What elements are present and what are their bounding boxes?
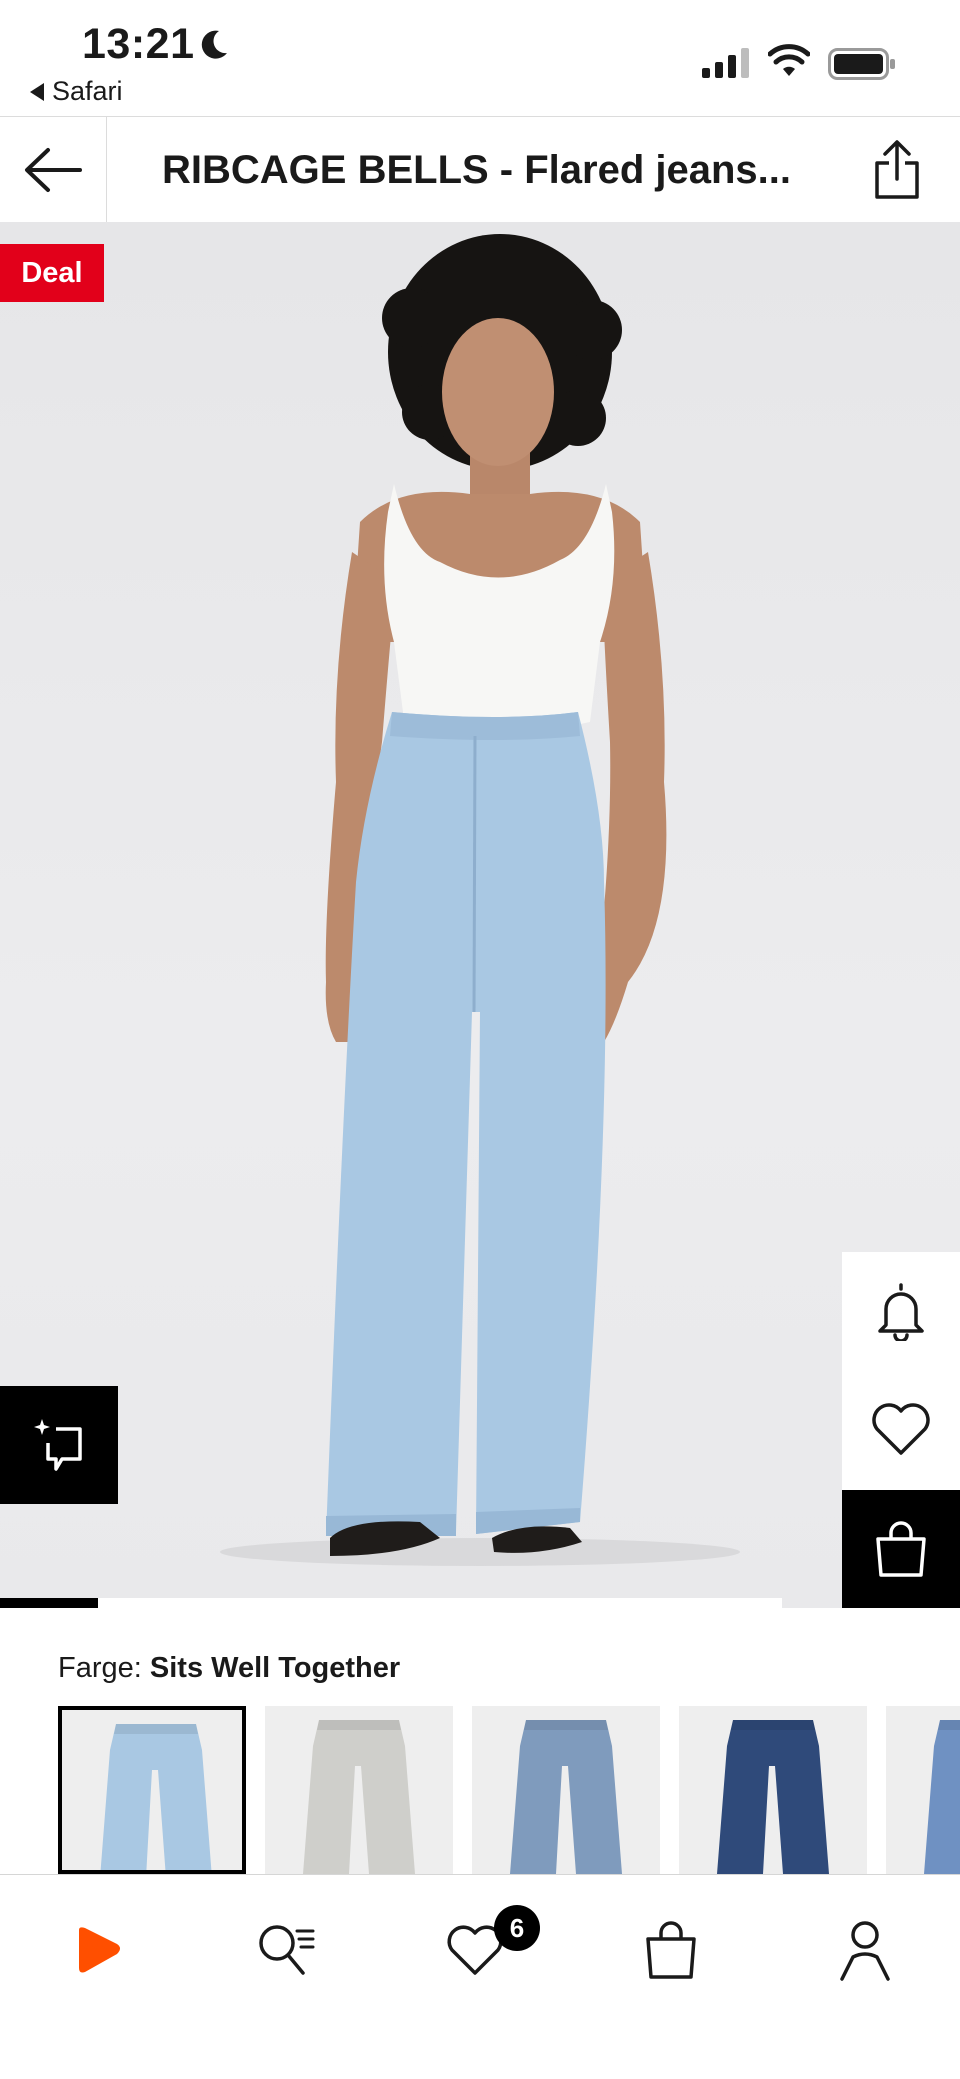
- shopping-bag-icon: [876, 1521, 926, 1577]
- jeans-thumbnail: [510, 1720, 622, 1874]
- wishlist-count-badge: 6: [494, 1905, 540, 1951]
- account-icon: [840, 1921, 890, 1981]
- color-swatch-list: [58, 1706, 960, 1874]
- back-app-label: Safari: [52, 76, 123, 106]
- search-icon: [259, 1925, 315, 1975]
- ai-sparkle-icon: [34, 1419, 82, 1471]
- back-triangle-icon: [30, 82, 44, 101]
- nav-home[interactable]: [52, 1905, 142, 1995]
- selected-color-name: Sits Well Together: [149, 1652, 401, 1684]
- color-swatch[interactable]: [886, 1706, 960, 1874]
- gallery-progress-indicator: [0, 1598, 98, 1608]
- share-button[interactable]: [862, 135, 932, 205]
- battery-icon: [828, 48, 895, 80]
- signal-icon: [702, 48, 749, 78]
- product-image[interactable]: [0, 222, 960, 1608]
- bell-icon: [878, 1283, 924, 1341]
- heart-icon: [872, 1403, 930, 1455]
- home-logo-icon: [79, 1927, 120, 1973]
- jeans-thumbnail: [717, 1720, 829, 1874]
- back-arrow-icon: [25, 148, 82, 192]
- deal-badge: Deal: [0, 244, 104, 302]
- add-to-bag-button[interactable]: [842, 1490, 960, 1608]
- color-swatch[interactable]: [265, 1706, 453, 1874]
- bag-icon: [646, 1921, 696, 1979]
- jeans-thumbnail: [100, 1724, 212, 1870]
- add-to-wishlist-button[interactable]: [842, 1370, 960, 1488]
- notify-button[interactable]: [842, 1252, 960, 1370]
- model-photo: [220, 234, 740, 1566]
- jeans-thumbnail: [303, 1720, 415, 1874]
- color-swatch[interactable]: [679, 1706, 867, 1874]
- similar-items-button[interactable]: [0, 1386, 118, 1504]
- color-swatch[interactable]: [58, 1706, 246, 1874]
- color-swatch[interactable]: [472, 1706, 660, 1874]
- product-header: RIBCAGE BELLS - Flared jeans...: [0, 116, 960, 224]
- status-bar: 13:21 Safari: [0, 0, 960, 116]
- share-icon: [875, 140, 919, 199]
- moon-icon: [201, 30, 227, 59]
- gallery-progress-track: [0, 1598, 782, 1608]
- nav-search[interactable]: [242, 1905, 332, 1995]
- jeans-thumbnail: [924, 1720, 960, 1874]
- bottom-navigation: 6: [0, 1874, 960, 2079]
- status-time: 13:21: [82, 20, 195, 68]
- back-button[interactable]: [0, 117, 107, 223]
- color-label: Farge: Sits Well Together: [58, 1652, 400, 1685]
- nav-account[interactable]: [820, 1905, 910, 1995]
- nav-bag[interactable]: [626, 1905, 716, 1995]
- wifi-icon: [768, 44, 810, 76]
- color-label-prefix: Farge:: [58, 1652, 142, 1684]
- back-to-safari[interactable]: Safari: [30, 76, 123, 107]
- page-title: RIBCAGE BELLS - Flared jeans...: [162, 148, 792, 192]
